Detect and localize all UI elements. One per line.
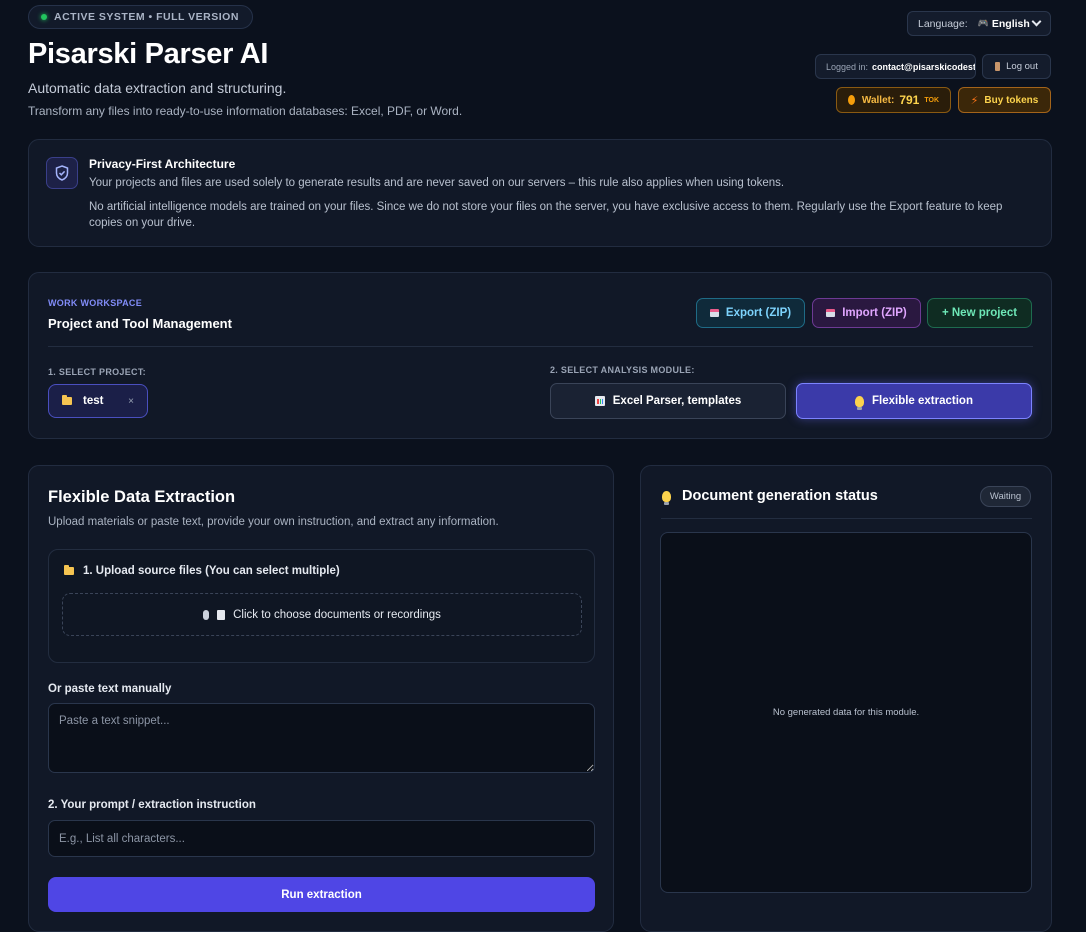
wallet-label: Wallet: — [861, 94, 895, 106]
app-description: Transform any files into ready-to-use in… — [28, 104, 463, 118]
workspace-divider — [48, 346, 1033, 347]
prompt-input[interactable] — [48, 820, 595, 857]
import-label: Import (ZIP) — [842, 307, 907, 319]
project-chip[interactable]: test × — [48, 384, 148, 418]
status-title: Document generation status — [662, 488, 878, 505]
file-dropzone[interactable]: Click to choose documents or recordings — [62, 593, 582, 636]
privacy-text-1: Your projects and files are used solely … — [89, 177, 785, 189]
run-extraction-button[interactable]: Run extraction — [48, 877, 595, 912]
package-icon — [826, 309, 836, 317]
status-dot-icon — [41, 14, 47, 20]
upload-heading-text: 1. Upload source files (You can select m… — [83, 565, 340, 577]
prompt-label: 2. Your prompt / extraction instruction — [48, 799, 256, 811]
lightbulb-icon — [855, 395, 864, 410]
logged-in-info: Logged in: contact@pisarskicodest — [815, 54, 976, 79]
gamepad-icon: 🎮 — [977, 18, 989, 28]
new-project-label: + New project — [941, 307, 1018, 319]
extraction-subtitle: Upload materials or paste text, provide … — [48, 516, 499, 528]
bar-chart-icon — [594, 396, 605, 406]
paste-text-area[interactable] — [48, 703, 595, 773]
generated-output-area: No generated data for this module. — [660, 532, 1032, 893]
export-label: Export (ZIP) — [725, 307, 792, 319]
paste-text-label: Or paste text manually — [48, 683, 172, 695]
workspace-card: WORK WORKSPACE Project and Tool Manageme… — [28, 272, 1052, 439]
module-excel-label: Excel Parser, templates — [612, 395, 742, 407]
document-icon — [217, 609, 226, 620]
folder-icon — [62, 395, 72, 405]
buy-tokens-button[interactable]: ⚡ Buy tokens — [958, 87, 1051, 113]
app-title: Pisarski Parser AI — [28, 38, 269, 70]
select-project-label: 1. SELECT PROJECT: — [48, 367, 146, 377]
module-excel-button[interactable]: Excel Parser, templates — [550, 383, 786, 419]
logout-button[interactable]: Log out — [982, 54, 1051, 79]
module-flex-label: Flexible extraction — [872, 395, 973, 407]
close-icon[interactable]: × — [128, 396, 134, 407]
language-value-wrap: 🎮 English — [978, 18, 1030, 30]
module-flexible-button[interactable]: Flexible extraction — [796, 383, 1032, 419]
export-zip-button[interactable]: Export (ZIP) — [696, 298, 805, 328]
logout-label: Log out — [1006, 61, 1038, 72]
coin-icon — [848, 95, 855, 105]
wallet-amount: 791 — [899, 93, 920, 107]
generation-status-panel: Document generation status Waiting No ge… — [640, 465, 1052, 932]
status-badge: Waiting — [980, 486, 1031, 507]
system-status-text: ACTIVE SYSTEM • FULL VERSION — [54, 11, 239, 23]
package-icon — [709, 309, 719, 317]
project-name: test — [83, 395, 104, 407]
system-status-badge: ACTIVE SYSTEM • FULL VERSION — [28, 5, 253, 29]
upload-heading: 1. Upload source files (You can select m… — [64, 565, 340, 577]
new-project-button[interactable]: + New project — [927, 298, 1032, 328]
logged-in-email: contact@pisarskicodest — [872, 61, 976, 72]
upload-section: 1. Upload source files (You can select m… — [48, 549, 595, 663]
select-module-label: 2. SELECT ANALYSIS MODULE: — [550, 365, 695, 375]
wallet-unit: TOK — [924, 96, 939, 104]
language-value: English — [991, 17, 1030, 30]
language-label: Language: — [918, 17, 968, 30]
door-icon — [995, 62, 1001, 71]
privacy-text-2: No artificial intelligence models are tr… — [89, 201, 1003, 229]
microphone-icon — [203, 609, 210, 620]
logged-in-label: Logged in: — [826, 61, 869, 72]
workspace-title: Project and Tool Management — [48, 316, 232, 331]
status-title-text: Document generation status — [682, 488, 878, 504]
extraction-title: Flexible Data Extraction — [48, 488, 236, 506]
buy-tokens-label: Buy tokens — [984, 94, 1039, 106]
empty-output-message: No generated data for this module. — [772, 707, 920, 718]
workspace-eyebrow: WORK WORKSPACE — [48, 298, 143, 308]
status-divider — [661, 518, 1032, 519]
lightbulb-icon — [662, 490, 671, 505]
app-subtitle: Automatic data extraction and structurin… — [28, 80, 287, 96]
privacy-title: Privacy-First Architecture — [89, 157, 236, 171]
import-zip-button[interactable]: Import (ZIP) — [812, 298, 921, 328]
extraction-panel: Flexible Data Extraction Upload material… — [28, 465, 614, 932]
shield-check-icon — [46, 157, 78, 189]
wallet-balance: Wallet: 791 TOK — [836, 87, 951, 113]
privacy-card: Privacy-First Architecture Your projects… — [28, 139, 1052, 247]
language-selector[interactable]: Language: 🎮 English — [907, 11, 1051, 36]
folder-icon — [64, 565, 74, 575]
chevron-down-icon — [1031, 16, 1042, 27]
dropzone-label: Click to choose documents or recordings — [233, 608, 441, 621]
lightning-icon: ⚡ — [970, 94, 979, 107]
